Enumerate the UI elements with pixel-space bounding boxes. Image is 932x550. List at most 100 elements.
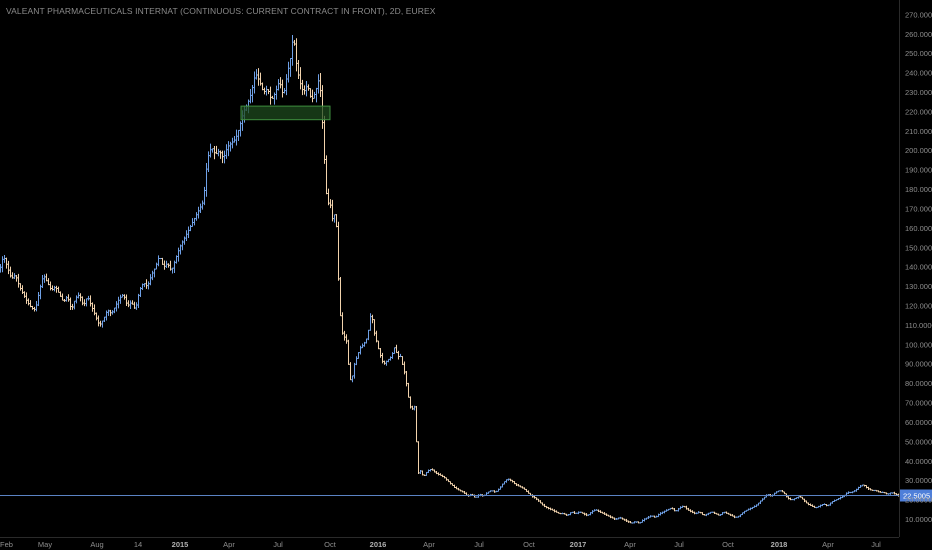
ohlc-bar bbox=[223, 150, 226, 164]
y-tick-label: 180.0000 bbox=[905, 185, 932, 194]
ohlc-bar bbox=[225, 144, 228, 159]
ohlc-bar bbox=[745, 509, 748, 512]
ohlc-bar bbox=[411, 405, 414, 410]
ohlc-bar bbox=[197, 206, 200, 219]
ohlc-bar bbox=[867, 486, 870, 491]
ohlc-bar bbox=[319, 72, 322, 97]
ohlc-bar bbox=[281, 79, 284, 98]
ohlc-bar bbox=[405, 371, 408, 387]
ohlc-bar bbox=[57, 286, 60, 293]
ohlc-bar bbox=[751, 506, 754, 510]
ohlc-bar bbox=[433, 469, 436, 473]
ohlc-bar bbox=[253, 71, 256, 94]
ohlc-bar bbox=[137, 293, 140, 309]
ohlc-bar bbox=[449, 481, 452, 485]
y-tick-label: 210.0000 bbox=[905, 127, 932, 136]
ohlc-bar bbox=[205, 162, 208, 197]
ohlc-bar bbox=[123, 294, 126, 300]
ohlc-bar bbox=[747, 508, 750, 511]
ohlc-bar bbox=[713, 511, 716, 515]
ohlc-bar bbox=[887, 493, 890, 495]
ohlc-bar bbox=[553, 509, 556, 513]
ohlc-bar bbox=[873, 489, 876, 492]
ohlc-bar bbox=[593, 509, 596, 512]
ohlc-bar bbox=[7, 260, 10, 275]
ohlc-bar bbox=[419, 470, 422, 474]
ohlc-bar bbox=[139, 286, 142, 298]
ohlc-bar bbox=[737, 515, 740, 518]
ohlc-bar bbox=[29, 300, 32, 308]
ohlc-bar bbox=[527, 490, 530, 494]
ohlc-bar bbox=[627, 520, 630, 523]
ohlc-bar bbox=[393, 347, 396, 355]
ohlc-bar bbox=[701, 512, 704, 516]
ohlc-bar bbox=[377, 340, 380, 350]
ohlc-bar bbox=[575, 512, 578, 514]
ohlc-bar bbox=[735, 516, 738, 518]
ohlc-bar bbox=[461, 490, 464, 493]
ohlc-bar bbox=[413, 405, 416, 411]
x-tick-label: 2018 bbox=[771, 540, 788, 549]
ohlc-bar bbox=[185, 230, 188, 241]
ohlc-bar bbox=[361, 343, 364, 349]
ohlc-bar bbox=[709, 511, 712, 514]
ohlc-bar bbox=[3, 255, 6, 263]
ohlc-bar bbox=[633, 521, 636, 524]
ohlc-bar bbox=[415, 405, 418, 443]
ohlc-bar bbox=[813, 505, 816, 508]
ohlc-bar bbox=[65, 295, 68, 302]
y-tick-label: 190.0000 bbox=[905, 166, 932, 175]
ohlc-bar bbox=[425, 471, 428, 476]
y-tick-label: 120.0000 bbox=[905, 302, 932, 311]
ohlc-bar bbox=[523, 487, 526, 490]
ohlc-bar bbox=[787, 496, 790, 500]
ohlc-bar bbox=[665, 509, 668, 512]
ohlc-bar bbox=[229, 141, 232, 152]
ohlc-bar bbox=[69, 297, 72, 311]
ohlc-bar bbox=[183, 236, 186, 245]
support-zone-rect[interactable] bbox=[240, 105, 331, 121]
ohlc-bar bbox=[727, 512, 730, 515]
y-tick-label: 60.0000 bbox=[905, 418, 932, 427]
ohlc-bar bbox=[239, 121, 242, 137]
ohlc-bar bbox=[621, 517, 624, 520]
ohlc-bar bbox=[823, 503, 826, 505]
ohlc-bar bbox=[733, 515, 736, 519]
ohlc-bar bbox=[343, 330, 346, 341]
ohlc-bar bbox=[743, 510, 746, 514]
ohlc-bar bbox=[673, 507, 676, 512]
ohlc-bar bbox=[783, 491, 786, 495]
x-tick-label: 2016 bbox=[370, 540, 387, 549]
ohlc-bar bbox=[681, 505, 684, 508]
ohlc-bar bbox=[837, 498, 840, 501]
ohlc-bar bbox=[505, 479, 508, 483]
ohlc-bar bbox=[307, 84, 310, 91]
ohlc-bar bbox=[491, 490, 494, 492]
ohlc-bar bbox=[565, 513, 568, 516]
ohlc-bar bbox=[121, 293, 124, 298]
ohlc-bar bbox=[297, 60, 300, 80]
ohlc-bar bbox=[367, 329, 370, 341]
ohlc-bar bbox=[323, 115, 326, 164]
ohlc-bar bbox=[659, 512, 662, 516]
ohlc-bar bbox=[249, 89, 252, 104]
ohlc-bar bbox=[557, 511, 560, 514]
x-tick-label: Jul bbox=[474, 540, 484, 549]
ohlc-bar bbox=[451, 483, 454, 487]
ohlc-bar bbox=[657, 513, 660, 518]
ohlc-bar bbox=[825, 503, 828, 507]
ohlc-bar bbox=[445, 477, 448, 481]
ohlc-bar bbox=[9, 266, 12, 278]
ohlc-chart[interactable]: 22.5005 10.0000 20.0000 30.0000 40.0000 50.0… bbox=[0, 0, 932, 550]
ohlc-bar bbox=[131, 300, 134, 305]
ohlc-bar bbox=[203, 186, 206, 206]
ohlc-bar bbox=[25, 292, 28, 304]
ohlc-bar bbox=[163, 260, 166, 270]
ohlc-bar bbox=[259, 72, 262, 86]
ohlc-bar bbox=[175, 255, 178, 264]
ohlc-bar bbox=[607, 514, 610, 517]
ohlc-bar bbox=[187, 226, 190, 238]
ohlc-bar bbox=[869, 488, 872, 491]
ohlc-bar bbox=[889, 492, 892, 495]
ohlc-bar bbox=[797, 496, 800, 499]
